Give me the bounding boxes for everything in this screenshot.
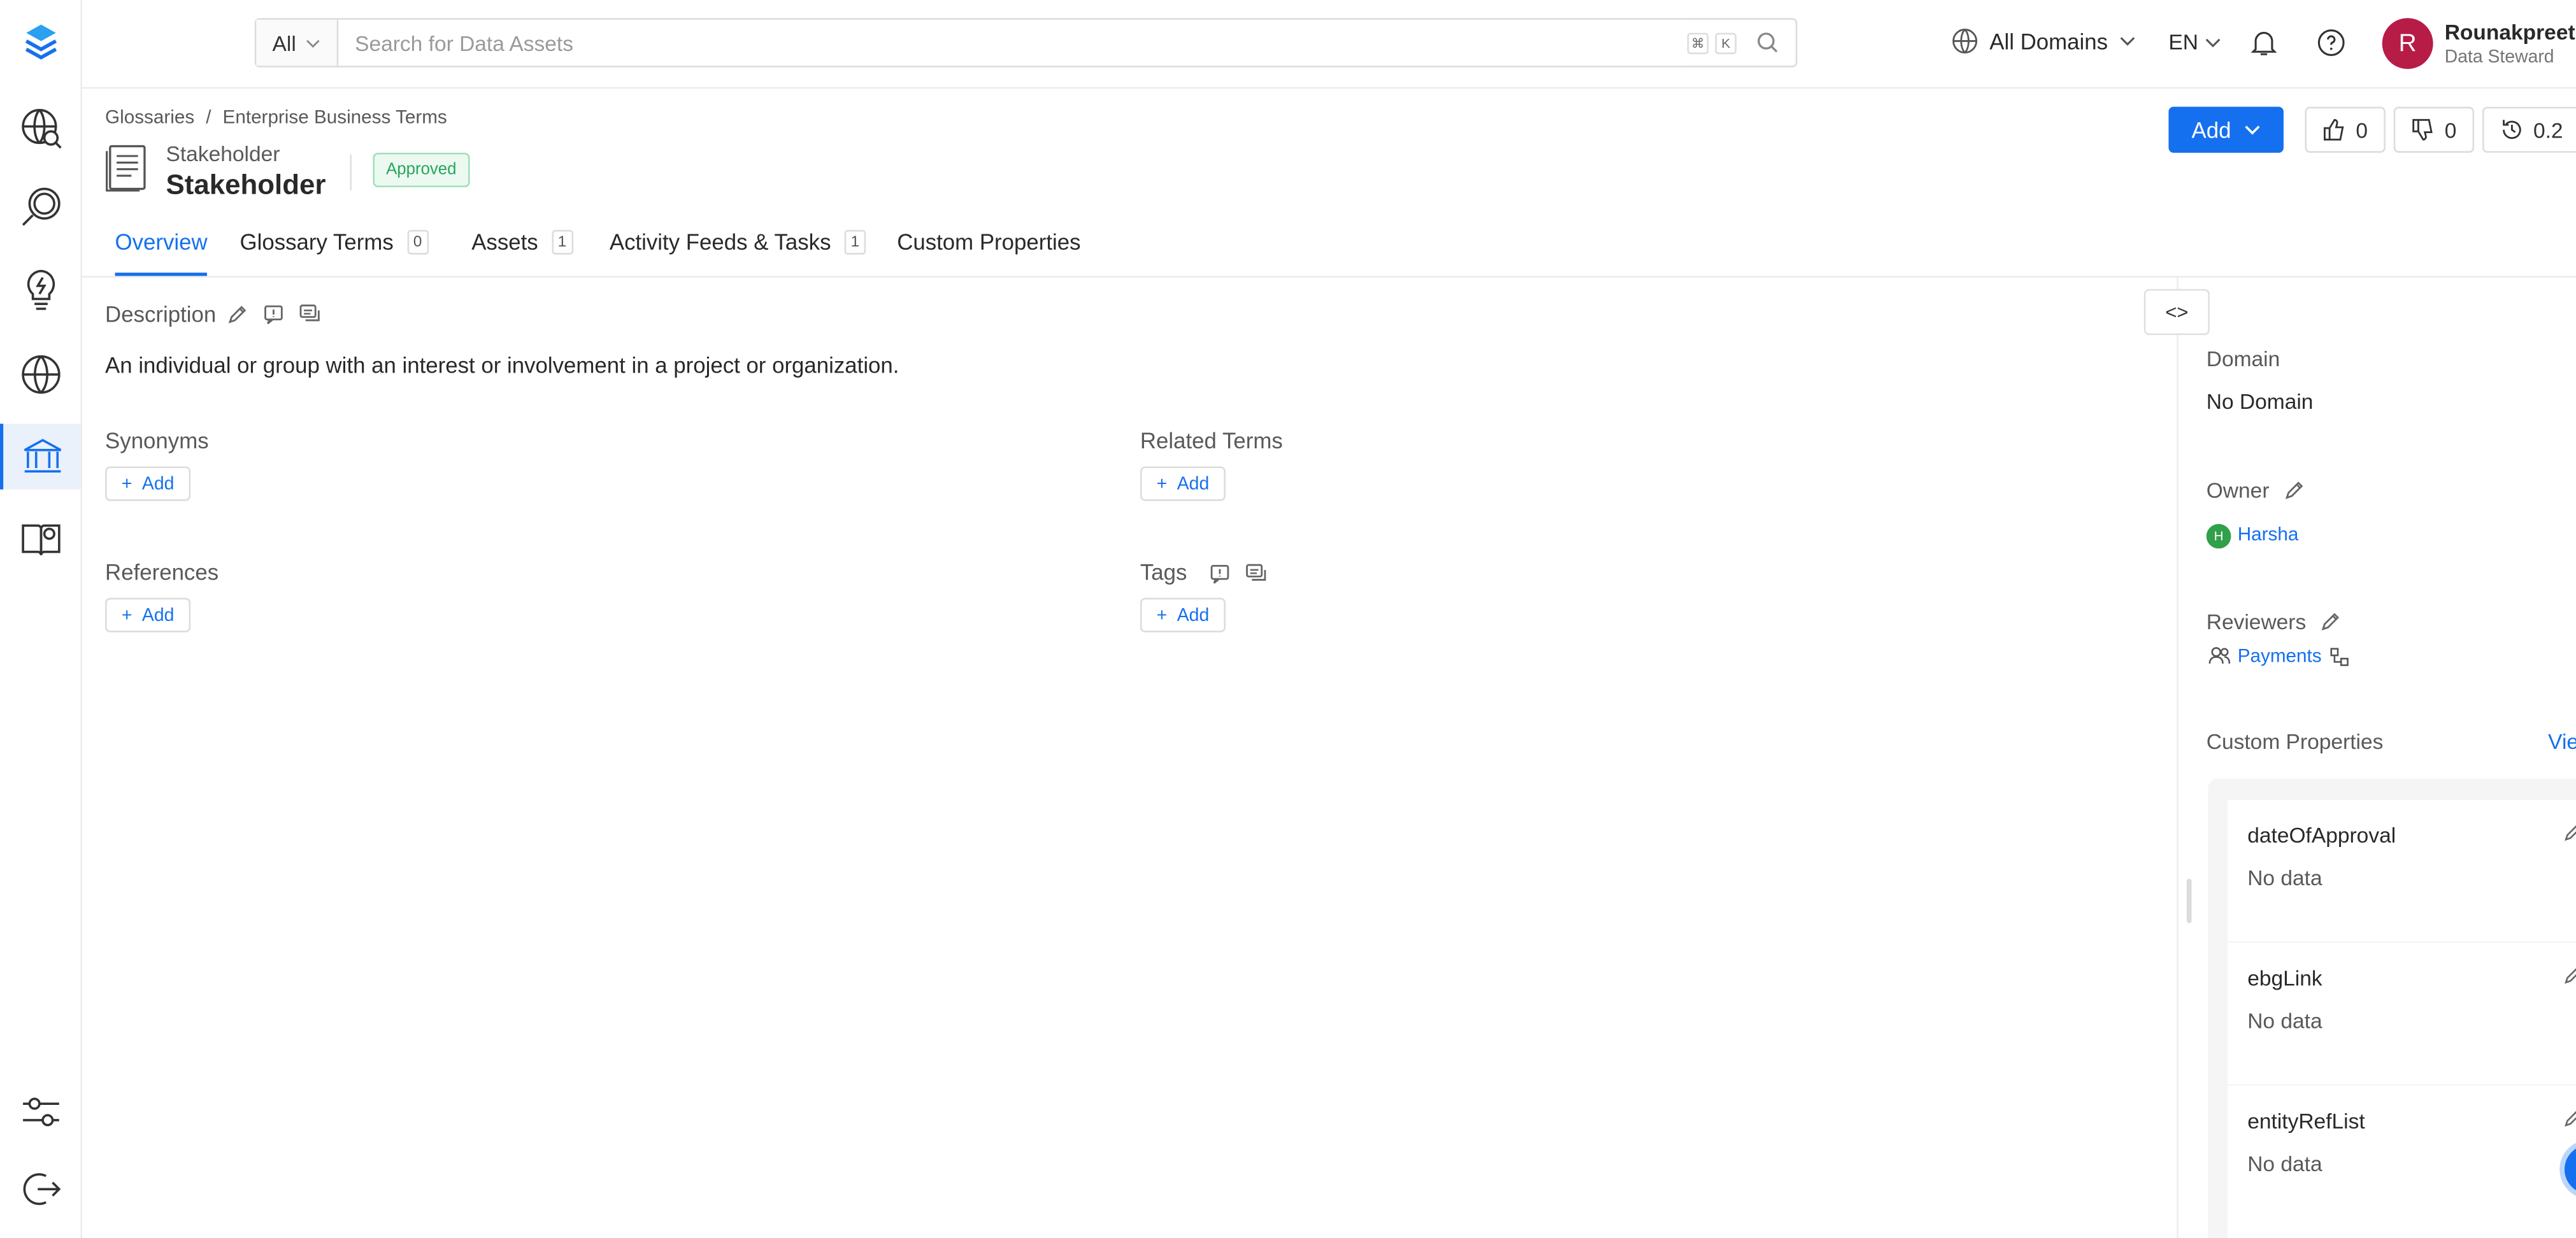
history-icon	[2503, 120, 2521, 139]
reviewer-link[interactable]: Payments	[2238, 647, 2322, 667]
property-value: No data	[2247, 865, 2322, 890]
plus-icon: +	[121, 605, 132, 625]
chevron-down-icon	[2205, 38, 2221, 47]
description-label: Description	[105, 302, 217, 327]
entity-title: Stakeholder	[166, 169, 326, 201]
domains-icon[interactable]	[0, 341, 80, 407]
property-name: ebgLink	[2247, 965, 2322, 991]
bell-icon[interactable]	[2249, 28, 2279, 57]
tab-overview[interactable]: Overview	[115, 230, 208, 255]
top-bar: All ⌘ K All Domains EN R Rounakpreet. Da…	[82, 0, 2576, 89]
breadcrumb-separator: /	[206, 108, 211, 129]
language-selector[interactable]: EN	[2168, 29, 2221, 54]
downvote-button[interactable]: 0	[2393, 106, 2475, 153]
entity-display-label: Stakeholder	[166, 141, 280, 166]
domain-label: Domain	[2206, 346, 2280, 371]
logo-icon[interactable]	[0, 10, 80, 75]
tab-assets[interactable]: Assets 1	[471, 230, 573, 255]
owner-link[interactable]: Harsha	[2238, 525, 2299, 545]
edit-reviewers-icon[interactable]	[2320, 611, 2342, 632]
plus-icon: +	[121, 474, 132, 494]
request-description-icon[interactable]	[263, 304, 285, 325]
reviewers-label: Reviewers	[2206, 609, 2307, 634]
breadcrumb: Glossaries / Enterprise Business Terms	[105, 108, 447, 128]
active-tab-indicator	[115, 273, 207, 276]
help-icon[interactable]	[2317, 28, 2346, 57]
search-category-select[interactable]: All	[256, 19, 339, 66]
property-value: No data	[2247, 1008, 2322, 1034]
chevron-down-icon	[2245, 125, 2260, 135]
breadcrumb-glossaries[interactable]: Glossaries	[105, 108, 194, 128]
edit-owner-icon[interactable]	[2284, 480, 2305, 501]
tab-glossary-terms[interactable]: Glossary Terms 0	[240, 230, 429, 255]
property-name: entityRefList	[2247, 1108, 2365, 1134]
global-search: All ⌘ K	[254, 18, 1798, 68]
tab-custom-properties[interactable]: Custom Properties	[897, 230, 1080, 255]
property-name: dateOfApproval	[2247, 823, 2396, 848]
left-sidebar	[0, 0, 82, 1238]
upvote-button[interactable]: 0	[2305, 106, 2386, 153]
references-label: References	[105, 560, 219, 585]
user-role: Data Steward	[2444, 47, 2554, 68]
edit-icon[interactable]	[2563, 966, 2576, 986]
related-terms-label: Related Terms	[1140, 429, 1283, 453]
add-button[interactable]: Add	[2168, 106, 2284, 153]
conversation-icon[interactable]	[1245, 564, 1268, 585]
shortcut-cmd: ⌘	[1687, 32, 1709, 53]
header-divider	[350, 154, 352, 191]
custom-property-card: dateOfApproval No data	[2228, 800, 2576, 941]
chevron-down-icon	[306, 39, 320, 47]
description-text: An individual or group with an interest …	[105, 353, 899, 378]
add-related-term-button[interactable]: + Add	[1140, 466, 1226, 501]
owner-avatar: H	[2206, 523, 2231, 549]
thumbs-up-icon	[2324, 118, 2344, 141]
settings-icon[interactable]	[0, 1079, 80, 1144]
search-input[interactable]	[338, 19, 1687, 66]
request-tags-icon[interactable]	[1209, 564, 1231, 585]
tags-label: Tags	[1140, 560, 1187, 585]
breadcrumb-glossary[interactable]: Enterprise Business Terms	[223, 108, 447, 128]
edit-icon[interactable]	[227, 304, 248, 325]
custom-properties-label: Custom Properties	[2206, 729, 2384, 754]
add-tag-button[interactable]: + Add	[1140, 597, 1226, 632]
user-avatar[interactable]: R	[2382, 18, 2433, 69]
tab-activity-feeds[interactable]: Activity Feeds & Tasks 1	[610, 230, 866, 255]
domain-selector[interactable]: All Domains	[1952, 28, 2136, 54]
explore-icon[interactable]	[0, 96, 80, 161]
add-reference-button[interactable]: + Add	[105, 597, 191, 632]
custom-property-card: ebgLink No data	[2228, 943, 2576, 1085]
team-hierarchy-icon	[2330, 648, 2349, 666]
conversation-icon[interactable]	[299, 304, 322, 325]
tab-bar: Overview Glossary Terms 0 Assets 1 Activ…	[82, 213, 2576, 278]
glossary-term-icon	[106, 145, 146, 192]
team-icon	[2208, 647, 2231, 664]
governance-icon[interactable]	[0, 423, 81, 490]
user-name[interactable]: Rounakpreet.	[2445, 20, 2576, 45]
property-value: No data	[2247, 1151, 2322, 1176]
search-icon[interactable]	[1756, 31, 1779, 54]
globe-icon	[1952, 29, 1978, 53]
custom-property-card: entityRefList No data	[2228, 1085, 2576, 1238]
collapse-panel-button[interactable]: <>	[2143, 288, 2210, 336]
plus-icon: +	[1156, 605, 1168, 625]
view-all-link[interactable]: Vie	[2548, 729, 2576, 754]
knowledge-center-icon[interactable]	[0, 506, 80, 571]
owner-label: Owner	[2206, 478, 2270, 503]
data-quality-icon[interactable]	[0, 174, 80, 239]
thumbs-down-icon	[2412, 118, 2433, 141]
chevron-down-icon	[2120, 37, 2135, 46]
version-history-button[interactable]: 0.2	[2482, 106, 2576, 153]
logout-icon[interactable]	[0, 1156, 80, 1222]
edit-icon[interactable]	[2563, 823, 2576, 843]
plus-icon: +	[1156, 474, 1168, 494]
resize-handle[interactable]	[2186, 878, 2192, 923]
edit-icon[interactable]	[2563, 1109, 2576, 1128]
add-synonym-button[interactable]: + Add	[105, 466, 191, 501]
insights-icon[interactable]	[0, 256, 80, 322]
synonyms-label: Synonyms	[105, 429, 209, 453]
status-badge: Approved	[373, 152, 470, 188]
shortcut-key: K	[1715, 32, 1737, 53]
domain-value: No Domain	[2206, 389, 2314, 414]
